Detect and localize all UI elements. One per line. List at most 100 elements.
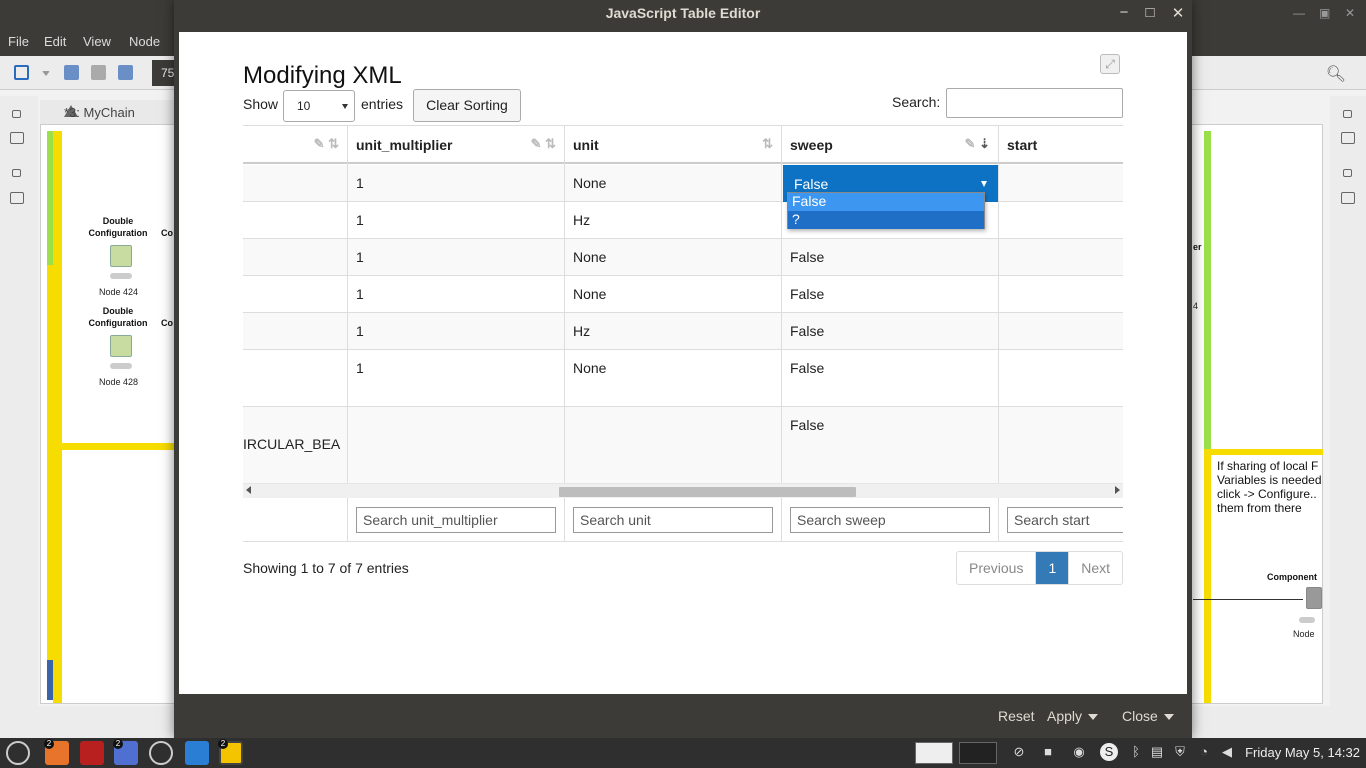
bluetooth-icon[interactable]: ᛒ xyxy=(1127,743,1145,761)
table-cell[interactable]: 1 xyxy=(348,313,564,350)
next-button[interactable]: Next xyxy=(1069,552,1122,584)
table-cell[interactable] xyxy=(999,202,1123,239)
restore-icon[interactable] xyxy=(12,110,21,118)
workflow-canvas[interactable]: Double Configuration Node 424 Double Con… xyxy=(40,124,175,704)
workspace-1[interactable] xyxy=(915,742,953,764)
component-node-icon[interactable] xyxy=(1306,587,1322,609)
menu-file[interactable]: File xyxy=(8,34,29,49)
table-cell[interactable] xyxy=(999,276,1123,313)
scrollbar-thumb[interactable] xyxy=(559,487,856,497)
help-icon[interactable] xyxy=(1341,132,1355,144)
sort-icon[interactable]: ⇅ xyxy=(762,136,773,152)
table-cell[interactable]: 1 xyxy=(348,276,564,313)
reset-button[interactable]: Reset xyxy=(998,708,1035,724)
fullscreen-icon[interactable]: ⤢ xyxy=(1100,54,1120,74)
horizontal-scrollbar[interactable] xyxy=(243,483,1123,498)
table-cell[interactable] xyxy=(565,407,781,483)
table-cell[interactable] xyxy=(243,239,347,276)
table-cell[interactable] xyxy=(999,165,1123,202)
table-cell[interactable] xyxy=(999,313,1123,350)
table-cell[interactable] xyxy=(243,276,347,313)
node-icon[interactable] xyxy=(110,335,132,357)
restore-icon[interactable] xyxy=(1343,110,1352,118)
table-cell[interactable]: 1 xyxy=(348,350,564,407)
search-icon[interactable]: 🔍︎ xyxy=(1326,64,1346,84)
edit-sort-icons[interactable]: ✎ ⇅ xyxy=(314,136,339,152)
table-cell[interactable]: False xyxy=(782,350,998,407)
close-icon[interactable]: ✕ xyxy=(1168,4,1188,22)
table-cell[interactable] xyxy=(243,165,347,202)
table-cell[interactable] xyxy=(999,350,1123,407)
edit-sort-icons[interactable]: ✎ ⇅ xyxy=(531,136,556,152)
table-cell[interactable] xyxy=(348,407,564,483)
dropdown-option[interactable]: ? xyxy=(788,211,984,229)
table-cell[interactable] xyxy=(243,313,347,350)
header-unit[interactable]: unit ⇅ xyxy=(565,126,781,164)
table-cell[interactable]: IRCULAR_BEA xyxy=(243,407,347,483)
blocked-icon[interactable]: ⊘ xyxy=(1010,743,1028,761)
menu-edit[interactable]: Edit xyxy=(44,34,66,49)
save-as-icon[interactable] xyxy=(91,65,106,80)
volume-icon[interactable]: ◀ xyxy=(1218,743,1236,761)
table-cell[interactable]: None xyxy=(565,276,781,313)
search-unit-multiplier-input[interactable] xyxy=(356,507,556,533)
search-sweep-input[interactable] xyxy=(790,507,990,533)
entries-per-page-select[interactable]: 10 xyxy=(283,90,355,122)
workspace-2[interactable] xyxy=(959,742,997,764)
restore-icon[interactable] xyxy=(12,169,21,177)
table-cell[interactable] xyxy=(999,407,1123,483)
table-cell[interactable] xyxy=(999,239,1123,276)
table-cell[interactable]: 1 xyxy=(348,165,564,202)
dropdown-option[interactable]: False xyxy=(788,193,984,211)
repository-icon[interactable] xyxy=(10,192,24,204)
table-cell[interactable]: False xyxy=(782,313,998,350)
edit-sort-icons[interactable]: ✎ ⇣ xyxy=(965,136,990,152)
vscode-icon[interactable] xyxy=(185,741,209,765)
search-start-input[interactable] xyxy=(1007,507,1123,533)
menu-node[interactable]: Node xyxy=(129,34,160,49)
explorer-icon[interactable] xyxy=(10,132,24,144)
scroll-left-icon[interactable] xyxy=(246,486,251,494)
table-cell[interactable] xyxy=(243,350,347,407)
terminal-icon[interactable] xyxy=(80,741,104,765)
workflow-canvas-right[interactable]: er 4 If sharing of local F Variables is … xyxy=(1188,124,1323,704)
maximize-icon[interactable]: □ xyxy=(1140,4,1160,21)
skype-icon[interactable]: S xyxy=(1100,743,1118,761)
camera-icon[interactable]: ■ xyxy=(1039,743,1057,761)
zoom-field[interactable]: 75 xyxy=(152,60,174,86)
table-cell[interactable]: None xyxy=(565,350,781,407)
header-first[interactable]: ✎ ⇅ xyxy=(243,126,347,164)
header-start[interactable]: start xyxy=(999,126,1123,164)
new-workflow-icon[interactable] xyxy=(14,65,29,80)
console-icon[interactable] xyxy=(1341,192,1355,204)
table-cell[interactable]: False xyxy=(782,239,998,276)
apply-button[interactable]: Apply xyxy=(1047,708,1099,724)
shield-icon[interactable]: ⛨ xyxy=(1171,743,1189,761)
table-cell[interactable] xyxy=(243,202,347,239)
table-cell[interactable]: False xyxy=(782,276,998,313)
header-sweep[interactable]: sweep ✎ ⇣ xyxy=(782,126,998,164)
restore-icon[interactable] xyxy=(1343,169,1352,177)
table-cell[interactable]: 1 xyxy=(348,239,564,276)
dropdown-icon[interactable] xyxy=(42,71,50,76)
workflow-tab[interactable]: *3: MyChain xyxy=(40,100,175,124)
save-all-icon[interactable] xyxy=(118,65,133,80)
table-cell[interactable]: None xyxy=(565,165,781,202)
power-icon[interactable]: ◉ xyxy=(1070,743,1088,761)
menu-view[interactable]: View xyxy=(83,34,111,49)
table-cell[interactable]: None xyxy=(565,239,781,276)
minimize-icon[interactable]: − xyxy=(1114,4,1134,21)
clipboard-icon[interactable]: ▤ xyxy=(1148,743,1166,761)
table-cell[interactable]: False xyxy=(782,407,998,483)
search-input[interactable] xyxy=(946,88,1123,118)
clock[interactable]: Friday May 5, 14:32 xyxy=(1245,745,1360,760)
search-unit-input[interactable] xyxy=(573,507,773,533)
header-unit-multiplier[interactable]: unit_multiplier ✎ ⇅ xyxy=(348,126,564,164)
table-cell[interactable]: Hz xyxy=(565,202,781,239)
scroll-right-icon[interactable] xyxy=(1115,486,1120,494)
clear-sorting-button[interactable]: Clear Sorting xyxy=(413,89,521,122)
table-cell[interactable]: 1 xyxy=(348,202,564,239)
previous-button[interactable]: Previous xyxy=(957,552,1037,584)
node-icon[interactable] xyxy=(110,245,132,267)
close-button[interactable]: Close xyxy=(1122,708,1174,724)
